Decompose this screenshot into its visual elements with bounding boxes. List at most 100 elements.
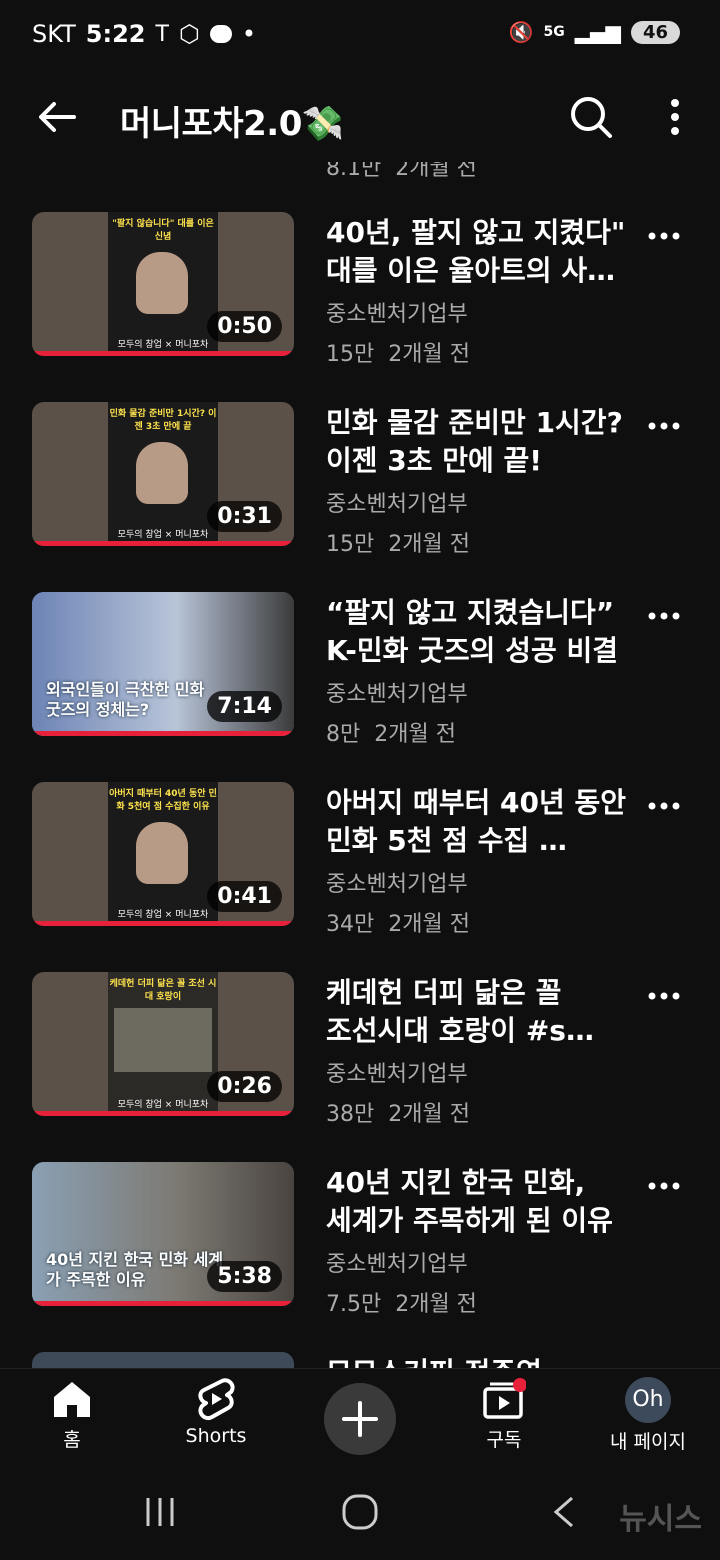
video-meta: 15만 2개월 전 <box>326 342 470 367</box>
video-thumbnail[interactable] <box>32 1352 294 1368</box>
duration-badge: 0:50 <box>207 311 282 342</box>
thumbnail-image: 민화 물감 준비만 1시간? 이젠 3초 만에 끝 모두의 창업 × 머니포차 <box>108 402 218 546</box>
video-title[interactable]: 아버지 때부터 40년 동안 민화 5천 점 수집 … <box>326 784 634 860</box>
home-icon <box>54 1382 90 1417</box>
duration-badge: 7:14 <box>207 691 282 722</box>
video-more-icon[interactable] <box>646 408 682 444</box>
duration-badge: 0:31 <box>207 501 282 532</box>
system-navigation-bar: 뉴시스 <box>0 1464 720 1560</box>
watch-progress-bar <box>32 731 294 736</box>
tiger-painting-image <box>114 1008 212 1072</box>
back-icon[interactable] <box>548 1494 578 1530</box>
carrier-label: SKT <box>32 20 76 48</box>
duration-badge: 5:38 <box>207 1261 282 1292</box>
person-image <box>136 442 188 504</box>
nav-shorts-label: Shorts <box>185 1425 247 1447</box>
notification-dot: • <box>241 20 257 48</box>
thumbnail-caption: 40년 지킨 한국 민화 세계가 주목한 이유 <box>46 1250 224 1289</box>
signal-icon: ▂▄▆ <box>574 20 621 44</box>
thumbnail-image: 케데헌 더피 닮은 꼴 조선 시대 호랑이 모두의 창업 × 머니포차 <box>108 972 218 1116</box>
nav-home[interactable]: 홈 <box>36 1377 108 1452</box>
recent-apps-icon[interactable] <box>140 1494 180 1530</box>
video-meta: 8만 2개월 전 <box>326 722 456 747</box>
video-thumbnail[interactable]: "팔지 않습니다" 대를 이은 신념 모두의 창업 × 머니포차 0:50 <box>32 212 294 356</box>
battery-indicator: 46 <box>630 20 680 44</box>
video-meta: 15만 2개월 전 <box>326 532 470 557</box>
video-row[interactable]: 외국인들이 극찬한 민화 굿즈의 정체는? 7:14 “팔지 않고 지켰습니다”… <box>0 592 720 747</box>
thumbnail-image: "팔지 않습니다" 대를 이은 신념 모두의 창업 × 머니포차 <box>108 212 218 356</box>
duration-badge: 0:26 <box>207 1071 282 1102</box>
thumbnail-image: 아버지 때부터 40년 동안 민화 5천여 점 수집한 이유 모두의 창업 × … <box>108 782 218 926</box>
video-meta: 7.5만 2개월 전 <box>326 1292 477 1317</box>
nav-home-label: 홈 <box>63 1429 81 1451</box>
video-channel[interactable]: 중소벤처기업부 <box>326 1246 468 1278</box>
video-title[interactable]: “팔지 않고 지켰습니다” K-민화 굿즈의 성공 비결 <box>326 594 634 670</box>
nav-profile[interactable]: Oh 내 페이지 <box>606 1377 690 1454</box>
video-more-icon[interactable] <box>646 1168 682 1204</box>
video-thumbnail[interactable]: 외국인들이 극찬한 민화 굿즈의 정체는? 7:14 <box>32 592 294 736</box>
video-title[interactable]: 케데헌 더피 닮은 꼴 조선시대 호랑이 #s… <box>326 974 634 1050</box>
video-meta: 34만 2개월 전 <box>326 912 470 937</box>
duration-badge: 0:41 <box>207 881 282 912</box>
video-more-icon[interactable] <box>646 218 682 254</box>
back-arrow-icon[interactable] <box>34 94 80 140</box>
thumbnail-footer: 모두의 창업 × 머니포차 <box>117 530 209 540</box>
video-channel[interactable]: 중소벤처기업부 <box>326 866 468 898</box>
search-icon[interactable] <box>568 94 614 140</box>
clock: 5:22 <box>85 20 146 48</box>
bottom-navigation: 홈 Shorts 구독 Oh 내 페이지 <box>0 1368 720 1465</box>
video-thumbnail[interactable]: 40년 지킨 한국 민화 세계가 주목한 이유 5:38 <box>32 1162 294 1306</box>
home-circle-icon[interactable] <box>340 1492 380 1532</box>
thumbnail-caption: "팔지 않습니다" 대를 이은 신념 <box>112 219 214 242</box>
watch-progress-bar <box>32 1111 294 1116</box>
more-options-icon[interactable] <box>660 94 690 140</box>
kakaotalk-icon <box>209 25 232 43</box>
shorts-icon <box>198 1378 235 1420</box>
video-more-icon[interactable] <box>646 598 682 634</box>
video-title[interactable]: 모모스커피 전주연 <box>326 1354 634 1368</box>
watch-progress-bar <box>32 351 294 356</box>
video-channel[interactable]: 중소벤처기업부 <box>326 676 468 708</box>
top-app-bar: 머니포차2.0💸 <box>0 72 720 162</box>
thumbnail-caption: 아버지 때부터 40년 동안 민화 5천여 점 수집한 이유 <box>109 789 217 812</box>
tesla-icon: T <box>155 21 169 47</box>
video-row[interactable]: 모모스커피 전주연 <box>0 1352 720 1368</box>
nav-shorts[interactable]: Shorts <box>176 1377 256 1447</box>
thumbnail-footer: 모두의 창업 × 머니포차 <box>117 910 209 920</box>
video-title[interactable]: 민화 물감 준비만 1시간? 이젠 3초 만에 끝! <box>326 404 634 480</box>
video-thumbnail[interactable]: 아버지 때부터 40년 동안 민화 5천여 점 수집한 이유 모두의 창업 × … <box>32 782 294 926</box>
video-more-icon[interactable] <box>646 978 682 1014</box>
app-icon: ⬡ <box>178 20 200 48</box>
thumbnail-caption: 외국인들이 극찬한 민화 굿즈의 정체는? <box>46 680 205 719</box>
avatar: Oh <box>625 1377 671 1423</box>
network-label: 5G <box>543 24 565 40</box>
create-button[interactable] <box>324 1383 396 1455</box>
thumbnail-caption: 케데헌 더피 닮은 꼴 조선 시대 호랑이 <box>109 979 217 1002</box>
status-bar: SKT 5:22 T ⬡ • 🔇 5G ▂▄▆ 46 <box>0 0 720 72</box>
video-more-icon[interactable] <box>646 788 682 824</box>
nav-subscriptions-label: 구독 <box>486 1429 522 1451</box>
video-title[interactable]: 40년 지킨 한국 민화, 세계가 주목하게 된 이유 <box>326 1164 634 1240</box>
thumbnail-footer: 모두의 창업 × 머니포차 <box>117 1100 209 1110</box>
video-channel[interactable]: 중소벤처기업부 <box>326 296 468 328</box>
watch-progress-bar <box>32 541 294 546</box>
watermark: 뉴시스 <box>619 1502 702 1537</box>
video-channel[interactable]: 중소벤처기업부 <box>326 486 468 518</box>
video-row[interactable]: "팔지 않습니다" 대를 이은 신념 모두의 창업 × 머니포차 0:50 40… <box>0 212 720 367</box>
video-channel[interactable]: 중소벤처기업부 <box>326 1056 468 1088</box>
watch-progress-bar <box>32 1301 294 1306</box>
video-row[interactable]: 40년 지킨 한국 민화 세계가 주목한 이유 5:38 40년 지킨 한국 민… <box>0 1162 720 1317</box>
video-row[interactable]: 케데헌 더피 닮은 꼴 조선 시대 호랑이 모두의 창업 × 머니포차 0:26… <box>0 972 720 1127</box>
video-row[interactable]: 민화 물감 준비만 1시간? 이젠 3초 만에 끝 모두의 창업 × 머니포차 … <box>0 402 720 557</box>
video-title[interactable]: 40년, 팔지 않고 지켰다" 대를 이은 율아트의 사… <box>326 214 634 290</box>
watch-progress-bar <box>32 921 294 926</box>
nav-subscriptions[interactable]: 구독 <box>468 1377 540 1452</box>
plus-icon <box>342 1401 378 1437</box>
video-thumbnail[interactable]: 케데헌 더피 닮은 꼴 조선 시대 호랑이 모두의 창업 × 머니포차 0:26 <box>32 972 294 1116</box>
subscriptions-icon <box>483 1378 526 1419</box>
person-image <box>136 252 188 314</box>
nav-profile-label: 내 페이지 <box>610 1431 686 1453</box>
video-thumbnail[interactable]: 민화 물감 준비만 1시간? 이젠 3초 만에 끝 모두의 창업 × 머니포차 … <box>32 402 294 546</box>
video-list: 8.1만 2개월 전 "팔지 않습니다" 대를 이은 신념 모두의 창업 × 머… <box>0 140 720 1368</box>
video-row[interactable]: 아버지 때부터 40년 동안 민화 5천여 점 수집한 이유 모두의 창업 × … <box>0 782 720 937</box>
